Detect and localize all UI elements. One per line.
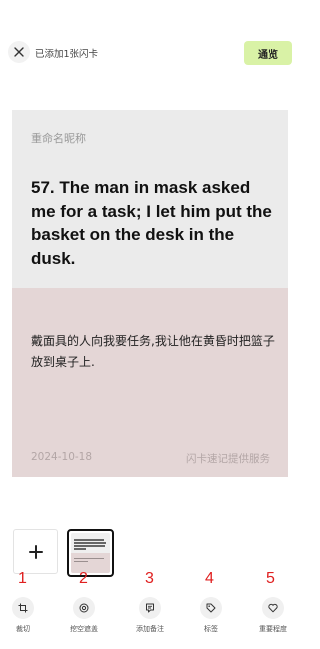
flashcard-editor: 已添加1张闪卡 通览 重命名昵称 57. The man in mask ask… — [0, 0, 300, 649]
marker-4: 4 — [205, 570, 214, 587]
card-thumbnail-preview — [71, 533, 110, 573]
crop-button[interactable]: 裁切 — [0, 597, 46, 634]
added-count-text: 已添加1张闪卡 — [35, 49, 99, 60]
card-footer-credit: 闪卡速记提供服务 — [186, 453, 270, 465]
plus-icon — [28, 544, 43, 559]
tag-button[interactable]: 标签 — [188, 597, 234, 634]
card-date: 2024-10-18 — [31, 451, 93, 463]
crop-icon — [18, 603, 28, 613]
card-answer-text: 戴面具的人向我要任务,我让他在黄昏时把篮子放到桌子上. — [31, 334, 275, 369]
marker-5: 5 — [266, 570, 275, 587]
note-icon — [146, 603, 154, 613]
importance-label: 重要程度 — [259, 625, 287, 633]
marker-2: 2 — [79, 570, 88, 587]
card-question-text: 57. The man in mask asked me for a task;… — [31, 178, 272, 268]
rename-nickname[interactable]: 重命名昵称 — [31, 130, 86, 146]
marker-1: 1 — [18, 570, 27, 587]
card-thumbnail[interactable] — [67, 529, 114, 577]
add-note-button[interactable]: 添加备注 — [127, 597, 173, 634]
add-card-button[interactable] — [13, 529, 58, 574]
cloze-button[interactable]: 挖空遮盖 — [61, 597, 107, 634]
add-note-label: 添加备注 — [136, 625, 164, 633]
close-icon — [14, 47, 24, 57]
cloze-icon — [79, 603, 89, 613]
tag-label: 标签 — [204, 625, 218, 633]
importance-button[interactable]: 重要程度 — [250, 597, 296, 634]
card-back: 戴面具的人向我要任务,我让他在黄昏时把篮子放到桌子上. 2024-10-18 闪… — [12, 288, 288, 477]
card-front: 重命名昵称 57. The man in mask asked me for a… — [12, 110, 288, 288]
flashcard: 重命名昵称 57. The man in mask asked me for a… — [12, 110, 288, 477]
heart-icon — [268, 603, 278, 613]
preview-button[interactable]: 通览 — [244, 41, 292, 65]
cloze-label: 挖空遮盖 — [70, 625, 98, 633]
tag-icon — [206, 603, 216, 613]
marker-3: 3 — [145, 570, 154, 587]
close-button[interactable] — [8, 41, 30, 63]
crop-label: 裁切 — [16, 625, 30, 633]
